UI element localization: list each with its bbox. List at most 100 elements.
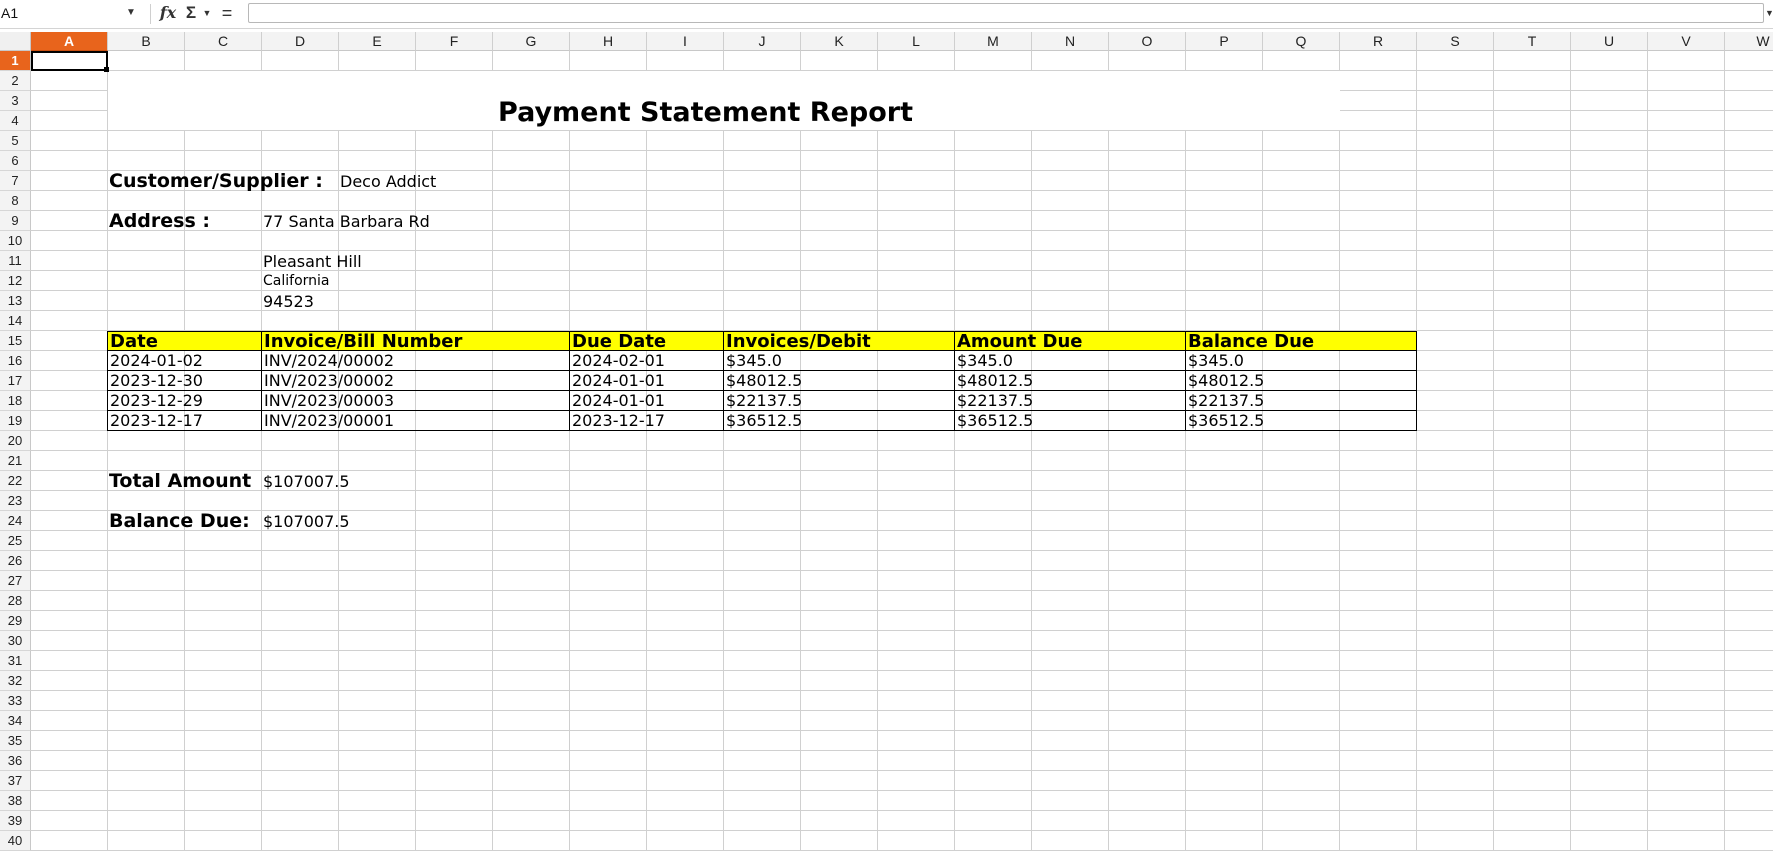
column-header-o[interactable]: O <box>1109 32 1186 51</box>
column-header-r[interactable]: R <box>1340 32 1417 51</box>
sum-icon[interactable]: Σ <box>182 0 200 26</box>
function-wizard-icon[interactable]: fx <box>157 0 179 26</box>
cell-balance-due[interactable]: $36512.5 <box>1186 411 1417 431</box>
row-header-2[interactable]: 2 <box>0 71 31 91</box>
cell-amount-due[interactable]: $345.0 <box>955 351 1186 371</box>
row-header-40[interactable]: 40 <box>0 831 31 851</box>
column-header-j[interactable]: J <box>724 32 801 51</box>
cell-invoices-debit[interactable]: $345.0 <box>724 351 955 371</box>
row-header-31[interactable]: 31 <box>0 651 31 671</box>
row-header-39[interactable]: 39 <box>0 811 31 831</box>
row-header-25[interactable]: 25 <box>0 531 31 551</box>
column-header-i[interactable]: I <box>647 32 724 51</box>
chevron-down-icon[interactable]: ▼ <box>118 1 144 25</box>
cell-balance-due[interactable]: $22137.5 <box>1186 391 1417 411</box>
row-header-14[interactable]: 14 <box>0 311 31 331</box>
row-header-15[interactable]: 15 <box>0 331 31 351</box>
row-header-18[interactable]: 18 <box>0 391 31 411</box>
cell-balance-due[interactable]: $48012.5 <box>1186 371 1417 391</box>
cell-date[interactable]: 2023-12-29 <box>107 391 262 411</box>
header-balance-due[interactable]: Balance Due <box>1186 331 1417 351</box>
row-header-35[interactable]: 35 <box>0 731 31 751</box>
cell-invoice-number[interactable]: INV/2023/00002 <box>262 371 570 391</box>
row-header-1[interactable]: 1 <box>0 51 31 71</box>
row-header-26[interactable]: 26 <box>0 551 31 571</box>
header-amount-due[interactable]: Amount Due <box>955 331 1186 351</box>
row-header-5[interactable]: 5 <box>0 131 31 151</box>
cell-due-date[interactable]: 2023-12-17 <box>570 411 724 431</box>
row-header-3[interactable]: 3 <box>0 91 31 111</box>
row-header-9[interactable]: 9 <box>0 211 31 231</box>
formula-equals-icon[interactable]: = <box>218 0 236 26</box>
column-header-q[interactable]: Q <box>1263 32 1340 51</box>
column-header-d[interactable]: D <box>262 32 339 51</box>
formula-input[interactable] <box>248 3 1764 23</box>
column-header-g[interactable]: G <box>493 32 570 51</box>
header-date[interactable]: Date <box>107 331 262 351</box>
column-header-l[interactable]: L <box>878 32 955 51</box>
row-header-29[interactable]: 29 <box>0 611 31 631</box>
cell-invoice-number[interactable]: INV/2023/00001 <box>262 411 570 431</box>
column-header-v[interactable]: V <box>1648 32 1725 51</box>
cell-date[interactable]: 2023-12-30 <box>107 371 262 391</box>
row-header-8[interactable]: 8 <box>0 191 31 211</box>
cell-amount-due[interactable]: $22137.5 <box>955 391 1186 411</box>
row-header-22[interactable]: 22 <box>0 471 31 491</box>
row-header-38[interactable]: 38 <box>0 791 31 811</box>
column-header-p[interactable]: P <box>1186 32 1263 51</box>
row-header-33[interactable]: 33 <box>0 691 31 711</box>
row-header-4[interactable]: 4 <box>0 111 31 131</box>
row-header-30[interactable]: 30 <box>0 631 31 651</box>
row-header-37[interactable]: 37 <box>0 771 31 791</box>
row-header-23[interactable]: 23 <box>0 491 31 511</box>
cell-date[interactable]: 2023-12-17 <box>107 411 262 431</box>
cell-balance-due[interactable]: $345.0 <box>1186 351 1417 371</box>
cell-invoice-number[interactable]: INV/2024/00002 <box>262 351 570 371</box>
column-header-t[interactable]: T <box>1494 32 1571 51</box>
header-due-date[interactable]: Due Date <box>570 331 724 351</box>
column-header-h[interactable]: H <box>570 32 647 51</box>
select-all-corner[interactable] <box>0 32 31 51</box>
cell-amount-due[interactable]: $36512.5 <box>955 411 1186 431</box>
autofill-handle[interactable] <box>104 67 109 72</box>
column-header-m[interactable]: M <box>955 32 1032 51</box>
column-header-w[interactable]: W <box>1725 32 1773 51</box>
name-box[interactable]: A1 <box>0 1 115 25</box>
row-header-12[interactable]: 12 <box>0 271 31 291</box>
row-header-7[interactable]: 7 <box>0 171 31 191</box>
row-header-6[interactable]: 6 <box>0 151 31 171</box>
selected-cell-a1[interactable] <box>31 51 108 71</box>
column-header-n[interactable]: N <box>1032 32 1109 51</box>
cell-due-date[interactable]: 2024-02-01 <box>570 351 724 371</box>
row-header-17[interactable]: 17 <box>0 371 31 391</box>
header-invoices-debit[interactable]: Invoices/Debit <box>724 331 955 351</box>
chevron-down-icon[interactable]: ▼ <box>202 0 212 26</box>
row-header-24[interactable]: 24 <box>0 511 31 531</box>
row-header-34[interactable]: 34 <box>0 711 31 731</box>
column-header-k[interactable]: K <box>801 32 878 51</box>
cell-invoices-debit[interactable]: $22137.5 <box>724 391 955 411</box>
cell-date[interactable]: 2024-01-02 <box>107 351 262 371</box>
row-header-21[interactable]: 21 <box>0 451 31 471</box>
row-header-13[interactable]: 13 <box>0 291 31 311</box>
column-header-b[interactable]: B <box>108 32 185 51</box>
row-header-27[interactable]: 27 <box>0 571 31 591</box>
row-header-19[interactable]: 19 <box>0 411 31 431</box>
column-header-u[interactable]: U <box>1571 32 1648 51</box>
column-header-s[interactable]: S <box>1417 32 1494 51</box>
cell-invoice-number[interactable]: INV/2023/00003 <box>262 391 570 411</box>
cell-due-date[interactable]: 2024-01-01 <box>570 391 724 411</box>
column-header-e[interactable]: E <box>339 32 416 51</box>
row-header-16[interactable]: 16 <box>0 351 31 371</box>
cell-invoices-debit[interactable]: $48012.5 <box>724 371 955 391</box>
expand-formula-bar-icon[interactable]: ▼ <box>1765 2 1773 24</box>
row-header-36[interactable]: 36 <box>0 751 31 771</box>
column-header-a[interactable]: A <box>31 32 108 51</box>
row-header-10[interactable]: 10 <box>0 231 31 251</box>
column-header-f[interactable]: F <box>416 32 493 51</box>
column-header-c[interactable]: C <box>185 32 262 51</box>
row-header-20[interactable]: 20 <box>0 431 31 451</box>
cell-due-date[interactable]: 2024-01-01 <box>570 371 724 391</box>
row-header-32[interactable]: 32 <box>0 671 31 691</box>
cell-amount-due[interactable]: $48012.5 <box>955 371 1186 391</box>
